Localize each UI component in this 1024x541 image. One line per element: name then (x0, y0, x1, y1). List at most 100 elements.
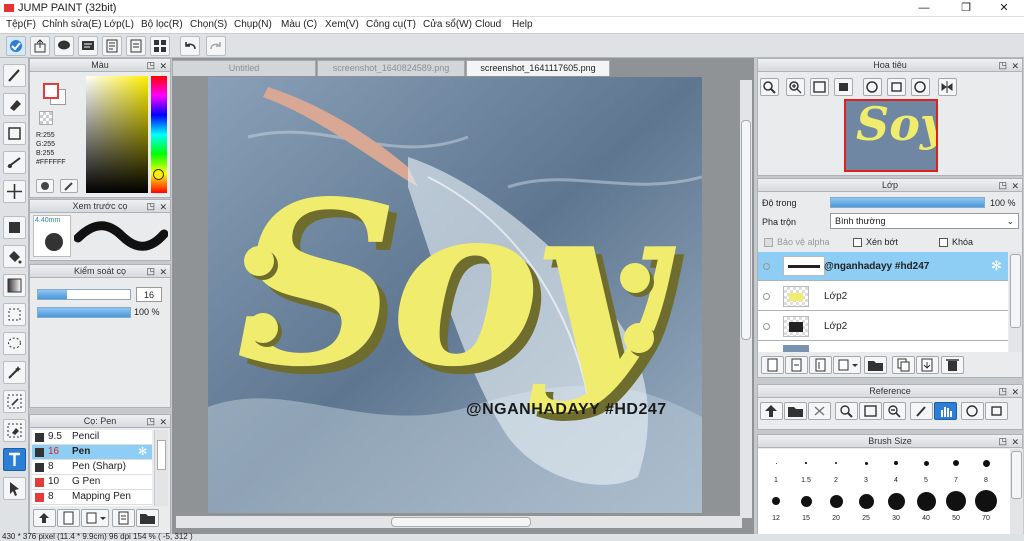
gear-icon[interactable]: ✻ (138, 445, 147, 458)
menu-color[interactable]: Màu (C) (281, 19, 317, 30)
float-icon[interactable]: ◳ (146, 415, 155, 427)
export-icon[interactable] (30, 36, 50, 56)
layer-row[interactable]: Lớp2 (758, 282, 1008, 311)
reference-rotate-icon[interactable] (961, 402, 984, 420)
close-icon[interactable]: ✕ (1011, 386, 1019, 398)
lasso-tool-icon[interactable] (3, 151, 26, 174)
brush-folder-icon[interactable] (136, 509, 159, 527)
tab-untitled[interactable]: Untitled (172, 60, 316, 76)
brush-list-item[interactable]: 8 Pen (Sharp) (32, 460, 152, 475)
float-icon[interactable]: ◳ (146, 200, 155, 212)
float-icon[interactable]: ◳ (146, 59, 155, 71)
brush-mode-icon[interactable] (6, 36, 26, 56)
close-icon[interactable]: ✕ (159, 416, 167, 428)
tab-screenshot-1[interactable]: screenshot_1640824589.png (317, 60, 465, 76)
close-icon[interactable]: ✕ (1011, 436, 1019, 448)
layer-list-scrollbar[interactable] (1009, 252, 1022, 352)
reference-hand-icon[interactable] (934, 402, 957, 420)
lock-checkbox[interactable] (939, 238, 948, 247)
hue-handle[interactable] (153, 169, 164, 180)
new-8bit-layer-icon[interactable] (809, 356, 832, 374)
menu-filter[interactable]: Bộ lọc(R) (141, 19, 183, 30)
brush-tool-icon[interactable] (3, 64, 26, 87)
brush-size-dot[interactable] (953, 460, 959, 466)
select-eraser-icon[interactable] (3, 419, 26, 442)
redo-icon[interactable] (206, 36, 226, 56)
rectangle-tool-icon[interactable] (3, 122, 26, 145)
menu-layer[interactable]: Lớp(L) (104, 19, 134, 30)
operation-tool-icon[interactable] (3, 477, 26, 500)
brush-size-dot[interactable] (916, 491, 936, 511)
message-icon[interactable] (78, 36, 98, 56)
brush-size-dot[interactable] (775, 462, 777, 464)
brush-list-item[interactable]: 10 G Pen (32, 475, 152, 490)
brush-copy-icon[interactable] (81, 509, 109, 527)
delete-layer-icon[interactable] (941, 356, 964, 374)
fit-screen-icon[interactable] (810, 78, 829, 96)
rotate-left-icon[interactable] (863, 78, 882, 96)
brush-size-dot[interactable] (887, 492, 905, 510)
close-icon[interactable]: ✕ (1011, 60, 1019, 72)
reference-eyedropper-icon[interactable] (910, 402, 933, 420)
tab-screenshot-2[interactable]: screenshot_1641117605.png (466, 60, 610, 76)
brush-size-dot[interactable] (946, 491, 966, 511)
duplicate-layer-icon[interactable] (892, 356, 915, 374)
brush-list-scrollbar[interactable] (154, 430, 168, 506)
close-icon[interactable]: ✕ (159, 266, 167, 278)
navigator-thumbnail[interactable]: Soy (844, 99, 938, 172)
zoom-out-icon[interactable] (760, 78, 779, 96)
menu-select[interactable]: Chọn(S) (190, 19, 227, 30)
menu-edit[interactable]: Chỉnh sửa(E) (42, 19, 102, 30)
brush-size-dot[interactable] (923, 460, 929, 466)
layer-opacity-slider[interactable] (830, 197, 985, 208)
new-layer-icon[interactable] (761, 356, 784, 374)
brush-size-dot[interactable] (982, 459, 990, 467)
clip-checkbox[interactable] (853, 238, 862, 247)
float-icon[interactable]: ◳ (146, 265, 155, 277)
text-tool-icon[interactable] (3, 448, 26, 471)
protect-alpha-checkbox[interactable] (764, 238, 773, 247)
brush-size-dot[interactable] (800, 495, 812, 507)
undo-icon[interactable] (180, 36, 200, 56)
horizontal-scrollbar[interactable] (176, 516, 742, 528)
eye-icon[interactable] (763, 293, 770, 300)
brush-size-input[interactable]: 16 (136, 287, 162, 302)
transparent-swatch[interactable] (39, 111, 53, 125)
menu-cloud[interactable]: Cloud (475, 19, 501, 30)
grid-icon[interactable] (150, 36, 170, 56)
select-pen-icon[interactable] (3, 390, 26, 413)
brush-new-icon[interactable] (57, 509, 80, 527)
brush-size-dot[interactable] (975, 490, 997, 512)
zoom-in-icon[interactable] (786, 78, 805, 96)
float-icon[interactable]: ◳ (998, 59, 1007, 71)
lasso-select-icon[interactable] (3, 332, 26, 355)
brush-size-dot[interactable] (829, 494, 843, 508)
brush-list-item[interactable]: 9.5 Pencil (32, 430, 152, 445)
menu-tools[interactable]: Công cụ(T) (366, 19, 416, 30)
float-icon[interactable]: ◳ (998, 385, 1007, 397)
eyedropper-icon[interactable] (60, 179, 78, 193)
merge-layer-icon[interactable] (916, 356, 939, 374)
brush-settings-icon[interactable] (112, 509, 135, 527)
gear-icon[interactable]: ✻ (991, 258, 1002, 274)
brush-size-dot[interactable] (864, 461, 868, 465)
close-icon[interactable]: ✕ (159, 201, 167, 213)
palette-icon[interactable] (36, 179, 54, 193)
canvas-image[interactable]: Soy Soy @NGANHADAYY #HD247 (208, 77, 702, 513)
brush-size-slider[interactable] (37, 289, 131, 300)
layer-row[interactable]: Lớp2 (758, 312, 1008, 341)
brush-list-item[interactable]: 16 Pen ✻ (32, 445, 152, 460)
move-tool-icon[interactable] (3, 180, 26, 203)
menu-capture[interactable]: Chụp(N) (234, 19, 272, 30)
primary-color-swatch[interactable] (43, 83, 59, 99)
gradient-tool-icon[interactable] (3, 274, 26, 297)
layer-row[interactable]: @nganhadayy #hd247 ✻ (758, 252, 1008, 281)
brush-add-icon[interactable] (33, 509, 56, 527)
hue-slider[interactable] (151, 76, 167, 193)
actual-size-icon[interactable] (834, 78, 853, 96)
layer-add-menu-icon[interactable] (833, 356, 861, 374)
rect-select-icon[interactable] (3, 303, 26, 326)
eye-icon[interactable] (763, 323, 770, 330)
layer-folder-icon[interactable] (864, 356, 887, 374)
brush-list-item[interactable]: 8 Mapping Pen (32, 490, 152, 505)
